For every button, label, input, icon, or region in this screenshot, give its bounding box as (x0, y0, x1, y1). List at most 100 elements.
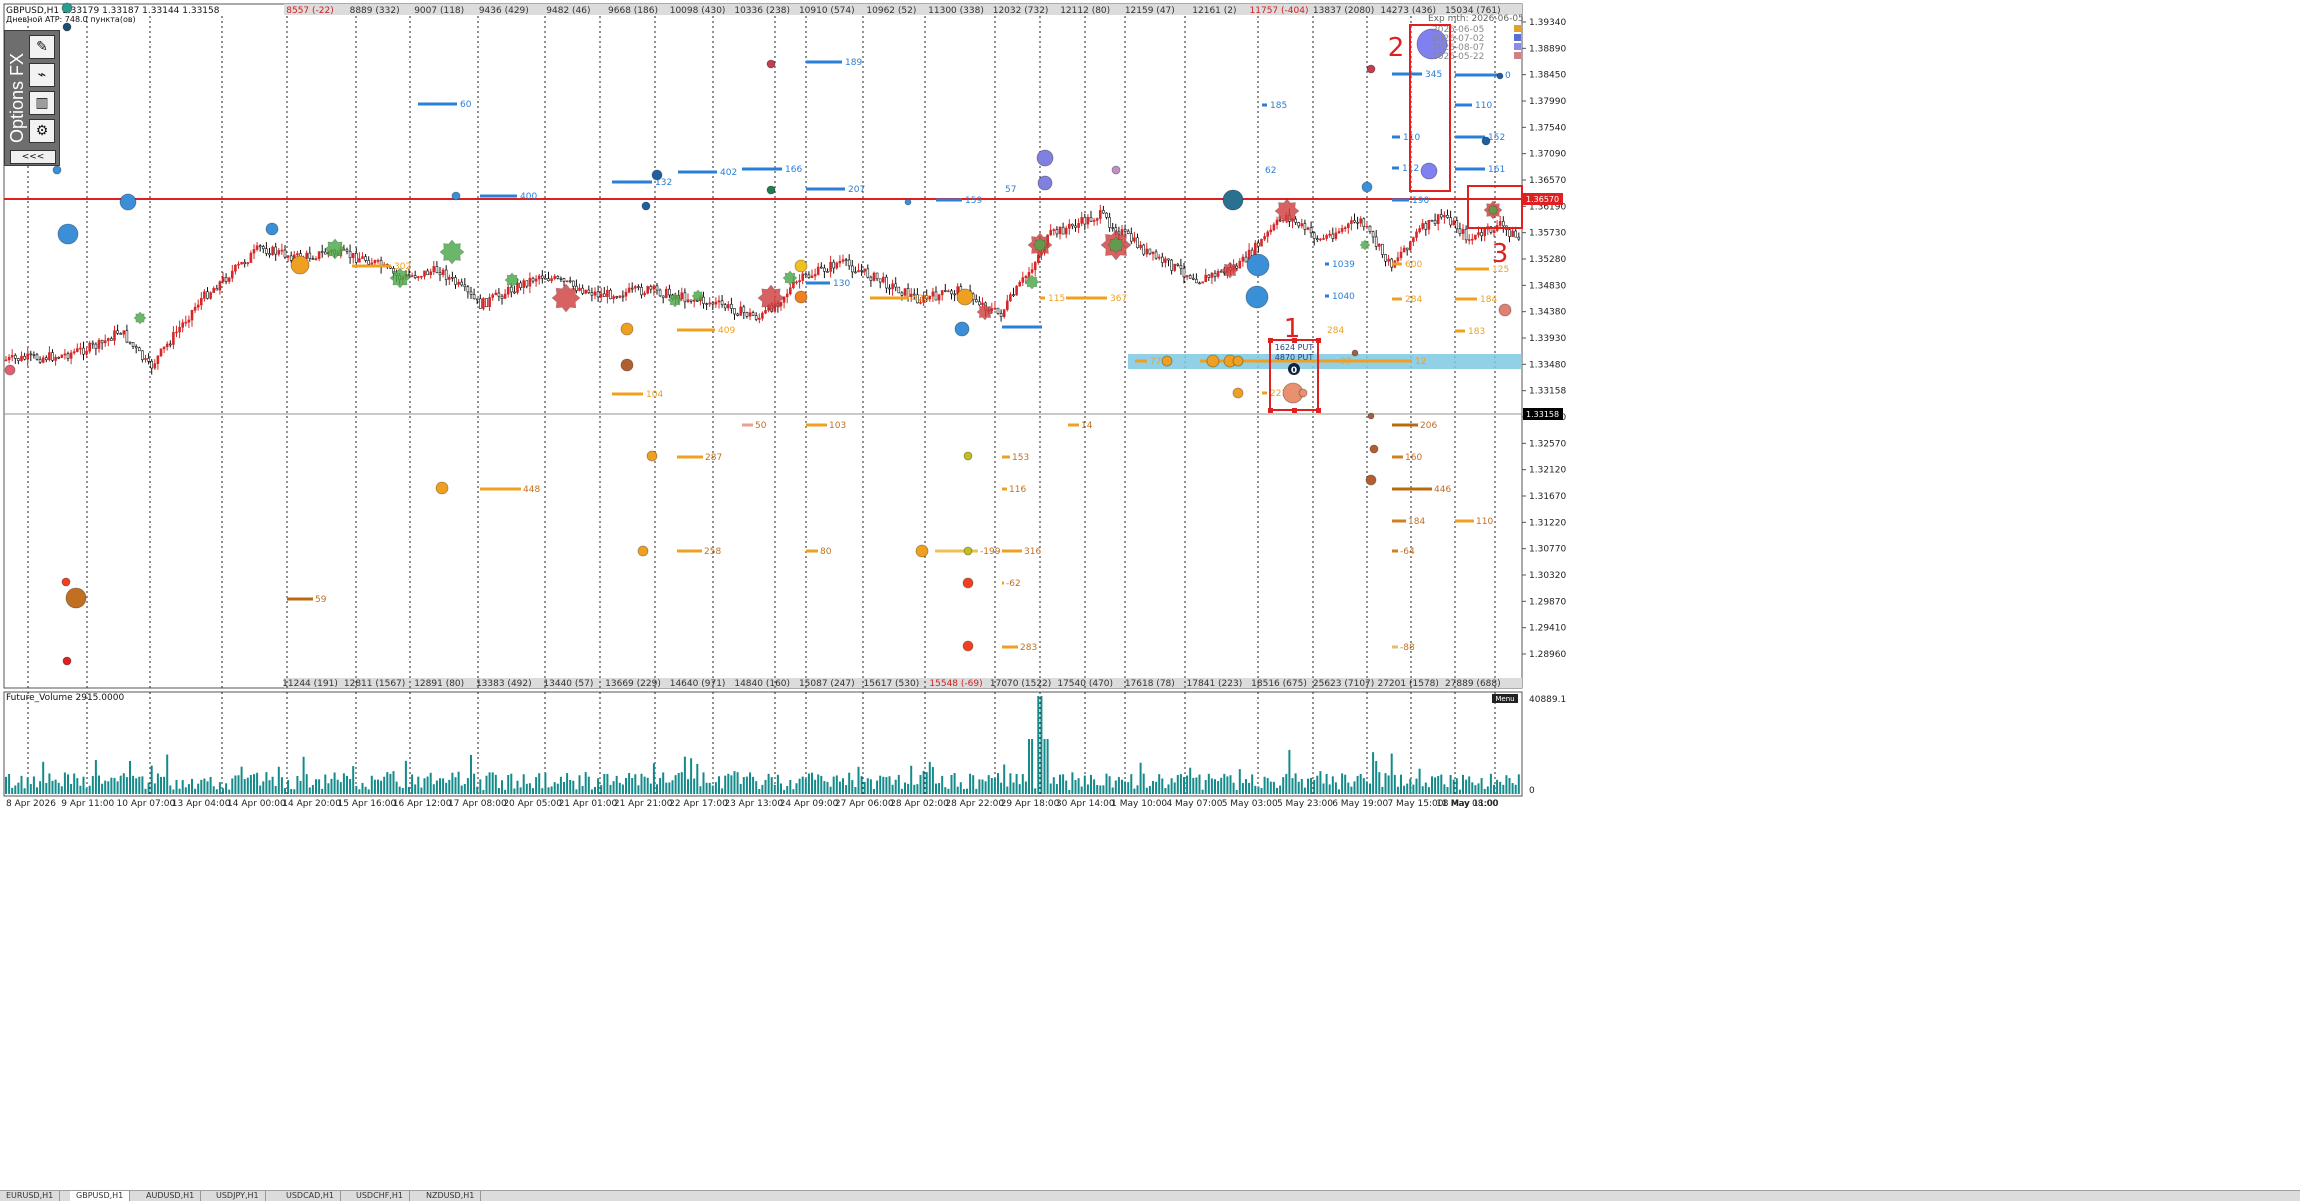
candle (974, 299, 978, 303)
trade-signal-marker[interactable] (1024, 274, 1040, 290)
option-oi-bubble[interactable] (766, 59, 776, 69)
trade-signal-marker[interactable] (667, 292, 683, 308)
candle (950, 290, 953, 295)
option-oi-bubble[interactable] (963, 451, 973, 461)
candle (702, 296, 705, 304)
option-oi-bubble[interactable] (1036, 149, 1054, 167)
option-oi-bubble[interactable] (646, 450, 658, 462)
trade-signal-marker[interactable] (1107, 236, 1125, 254)
option-oi-bubble[interactable] (620, 322, 634, 336)
option-oi-bubble[interactable] (962, 577, 974, 589)
trade-signal-marker[interactable] (439, 239, 465, 265)
option-oi-bubble[interactable] (1366, 64, 1376, 74)
option-oi-bubble[interactable] (61, 2, 73, 14)
option-oi-bubble[interactable] (794, 259, 808, 273)
option-oi-bubble[interactable] (52, 165, 62, 175)
option-oi-bubble[interactable] (1367, 412, 1375, 420)
option-oi-bubble[interactable] (1351, 349, 1359, 357)
option-oi-bubble[interactable] (57, 223, 79, 245)
trade-signal-marker[interactable] (1032, 237, 1048, 253)
trade-signal-marker[interactable] (324, 238, 346, 260)
volume-bar (652, 763, 655, 794)
trade-signal-marker[interactable] (691, 289, 705, 303)
volume-bar (727, 773, 730, 794)
option-oi-bubble[interactable] (1365, 474, 1377, 486)
volume-bar (435, 780, 438, 794)
option-oi-bubble[interactable] (915, 544, 929, 558)
trade-signal-marker[interactable] (133, 311, 147, 325)
annotation-handle[interactable] (1316, 408, 1321, 413)
option-oi-bubble[interactable] (1246, 253, 1270, 277)
trade-signal-marker[interactable] (1359, 239, 1371, 251)
option-oi-bubble[interactable] (1369, 444, 1379, 454)
candle (20, 355, 23, 361)
option-oi-bubble[interactable] (641, 201, 651, 211)
settings-tool-button[interactable]: ⚙ (29, 119, 55, 143)
option-oi-bubble[interactable] (451, 191, 461, 201)
option-oi-bubble[interactable] (1298, 388, 1308, 398)
option-oi-bubble[interactable] (766, 185, 776, 195)
volume-bar (482, 789, 485, 794)
option-oi-bubble[interactable] (1232, 355, 1244, 367)
candle (1136, 237, 1139, 248)
option-oi-bubble[interactable] (904, 198, 912, 206)
candle (556, 276, 560, 279)
candle (1130, 233, 1133, 242)
trade-signal-marker[interactable] (1487, 204, 1499, 216)
candle (1185, 275, 1189, 278)
trade-signal-marker[interactable] (757, 284, 785, 312)
option-oi-bubble[interactable] (651, 169, 663, 181)
option-oi-bubble[interactable] (1111, 165, 1121, 175)
option-oi-bubble[interactable] (1498, 303, 1512, 317)
option-oi-bubble[interactable] (962, 640, 974, 652)
option-oi-bubble[interactable] (1206, 354, 1220, 368)
lower-level-label: -64 (1400, 547, 1415, 557)
trade-signal-marker[interactable] (782, 270, 798, 286)
option-oi-bubble[interactable] (1245, 285, 1269, 309)
annotation-handle[interactable] (1292, 408, 1297, 413)
option-oi-bubble[interactable] (963, 546, 973, 556)
option-oi-bubble[interactable] (265, 222, 279, 236)
trade-signal-marker[interactable] (551, 283, 581, 313)
chart-tool-button[interactable]: ⌁ (29, 63, 55, 87)
option-oi-bubble[interactable] (1420, 162, 1438, 180)
option-oi-bubble[interactable] (290, 255, 310, 275)
option-oi-bubble[interactable] (4, 364, 16, 376)
option-oi-bubble[interactable] (637, 545, 649, 557)
option-oi-bubble[interactable] (1037, 175, 1053, 191)
volume-bar (79, 785, 82, 794)
option-oi-bubble[interactable] (1161, 355, 1173, 367)
option-oi-bubble[interactable] (1496, 72, 1504, 80)
trade-signal-marker[interactable] (1221, 261, 1239, 279)
annotation-handle[interactable] (1268, 338, 1273, 343)
candle (931, 291, 935, 297)
option-oi-bubble[interactable] (62, 656, 72, 666)
notes-tool-button[interactable]: ✎ (29, 35, 55, 59)
trade-signal-marker[interactable] (976, 303, 994, 321)
option-oi-bubble[interactable] (956, 288, 974, 306)
candle (1464, 228, 1468, 241)
candle (1133, 237, 1136, 242)
candle (562, 278, 566, 282)
option-oi-bubble[interactable] (954, 321, 970, 337)
price-chart[interactable]: GBPUSD,H1 1.33179 1.33187 1.33144 1.3315… (0, 0, 2300, 1200)
option-oi-bubble[interactable] (1361, 181, 1373, 193)
bars-tool-button[interactable]: ▥ (29, 91, 55, 115)
annotation-handle[interactable] (1316, 338, 1321, 343)
option-oi-bubble[interactable] (1481, 136, 1491, 146)
option-oi-bubble[interactable] (1222, 189, 1244, 211)
trade-signal-marker[interactable] (1274, 198, 1300, 224)
annotation-handle[interactable] (1268, 408, 1273, 413)
option-oi-bubble[interactable] (62, 22, 72, 32)
option-oi-bubble[interactable] (435, 481, 449, 495)
trade-signal-marker[interactable] (504, 272, 520, 288)
option-oi-bubble[interactable] (65, 587, 87, 609)
option-oi-bubble[interactable] (1232, 387, 1244, 399)
option-oi-bubble[interactable] (794, 290, 808, 304)
volume-bar (1248, 782, 1251, 794)
option-oi-bubble[interactable] (61, 577, 71, 587)
option-oi-bubble[interactable] (620, 358, 634, 372)
trade-signal-marker[interactable] (389, 267, 411, 289)
option-oi-bubble[interactable] (119, 193, 137, 211)
toolbox-collapse-button[interactable]: <<< (10, 150, 56, 164)
